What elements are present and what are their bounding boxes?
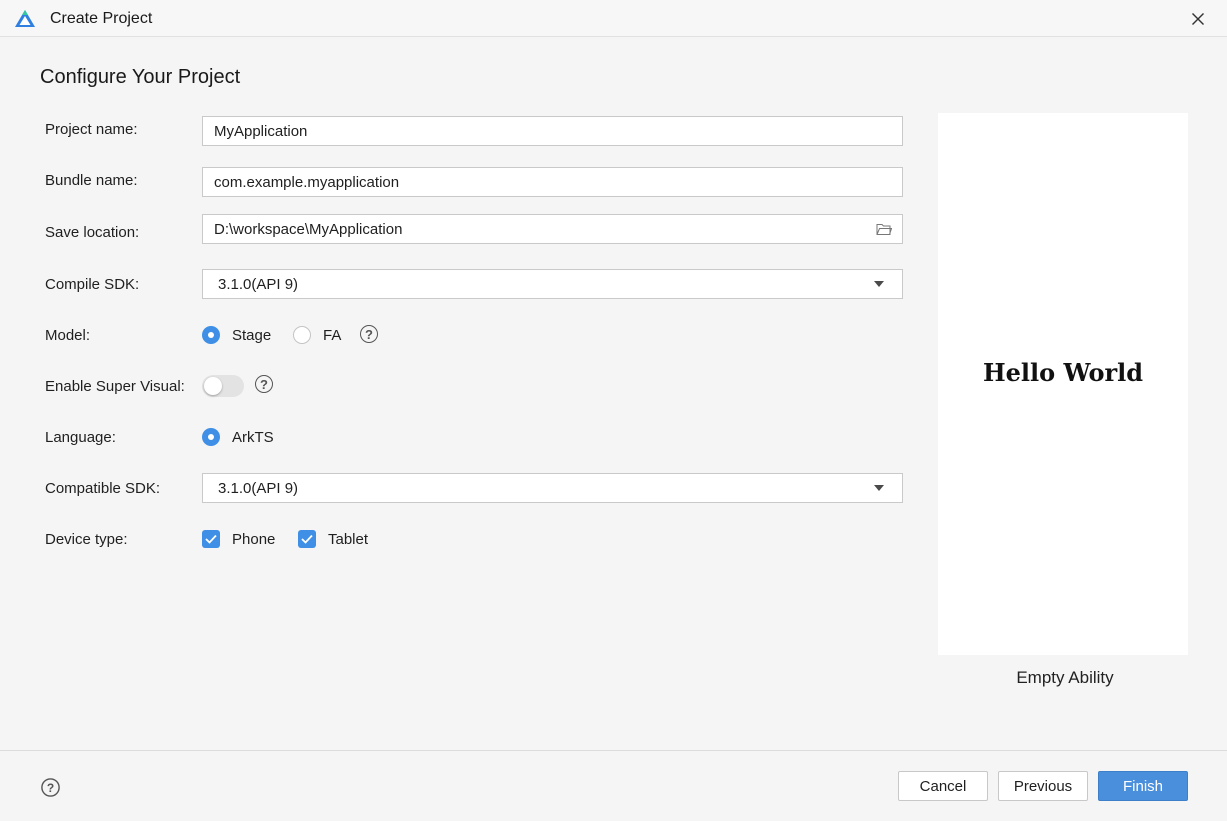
compatible-sdk-select[interactable]: 3.1.0(API 9) (202, 473, 903, 503)
device-type-tablet[interactable]: Tablet (298, 524, 368, 554)
title-bar: Create Project (0, 0, 1227, 37)
compatible-sdk-row: Compatible SDK: 3.1.0(API 9) (45, 473, 905, 503)
super-visual-toggle[interactable] (202, 375, 244, 397)
compatible-sdk-label: Compatible SDK: (45, 480, 161, 497)
save-location-row: Save location: (45, 214, 905, 244)
project-name-label: Project name: (45, 121, 138, 138)
language-option-arkts-label: ArkTS (232, 428, 274, 446)
model-option-fa[interactable]: FA (293, 320, 341, 350)
device-type-phone-label: Phone (232, 530, 276, 548)
folder-icon[interactable] (876, 222, 892, 236)
save-location-label: Save location: (45, 224, 140, 241)
bundle-name-label: Bundle name: (45, 172, 138, 189)
model-label: Model: (45, 327, 91, 344)
close-icon (1192, 13, 1204, 25)
project-name-input[interactable] (203, 117, 902, 145)
help-icon[interactable]: ? (41, 778, 60, 797)
project-name-field (202, 116, 903, 146)
model-option-stage-label: Stage (232, 326, 272, 344)
template-name: Empty Ability (1016, 668, 1114, 687)
svg-text:?: ? (47, 781, 54, 795)
model-option-fa-label: FA (323, 326, 342, 344)
previous-button[interactable]: Previous (998, 771, 1088, 801)
toggle-knob (204, 377, 222, 395)
model-option-stage[interactable]: Stage (202, 320, 271, 350)
device-type-row: Device type: Phone Tablet (45, 524, 905, 554)
dialog-footer: ? Cancel Previous Finish (0, 750, 1227, 821)
bundle-name-field (202, 167, 903, 197)
super-visual-row: Enable Super Visual: ? (45, 371, 905, 401)
super-visual-help-icon[interactable]: ? (255, 375, 273, 393)
language-label: Language: (45, 429, 116, 446)
check-icon (205, 534, 217, 544)
radio-unselected-icon[interactable] (293, 326, 311, 344)
language-row: Language: ArkTS (45, 422, 905, 452)
finish-button[interactable]: Finish (1098, 771, 1188, 801)
checkbox-checked-icon[interactable] (298, 530, 316, 548)
model-row: Model: Stage FA ? (45, 320, 905, 350)
compatible-sdk-value: 3.1.0(API 9) (218, 480, 299, 497)
compile-sdk-label: Compile SDK: (45, 276, 140, 293)
radio-selected-icon[interactable] (202, 428, 220, 446)
template-preview: Hello World (938, 113, 1188, 655)
device-type-tablet-label: Tablet (328, 530, 369, 548)
compile-sdk-value: 3.1.0(API 9) (218, 276, 299, 293)
chevron-down-icon (874, 281, 884, 287)
save-location-input[interactable] (203, 215, 902, 243)
close-button[interactable] (1182, 6, 1214, 32)
radio-selected-icon[interactable] (202, 326, 220, 344)
bundle-name-row: Bundle name: (45, 167, 905, 197)
device-type-label: Device type: (45, 531, 128, 548)
cancel-button[interactable]: Cancel (898, 771, 988, 801)
checkbox-checked-icon[interactable] (202, 530, 220, 548)
save-location-field (202, 214, 903, 244)
preview-hello-text: Hello World (982, 358, 1144, 387)
model-help-icon[interactable]: ? (360, 325, 378, 343)
super-visual-label: Enable Super Visual: (45, 378, 185, 395)
compile-sdk-select[interactable]: 3.1.0(API 9) (202, 269, 903, 299)
compile-sdk-row: Compile SDK: 3.1.0(API 9) (45, 269, 905, 299)
language-option-arkts[interactable]: ArkTS (202, 422, 274, 452)
deveco-logo-icon (15, 10, 35, 27)
bundle-name-input[interactable] (203, 168, 902, 196)
page-title: Configure Your Project (40, 66, 241, 88)
check-icon (301, 534, 313, 544)
project-name-row: Project name: (45, 116, 905, 146)
chevron-down-icon (874, 485, 884, 491)
device-type-phone[interactable]: Phone (202, 524, 275, 554)
window-title: Create Project (50, 10, 153, 27)
